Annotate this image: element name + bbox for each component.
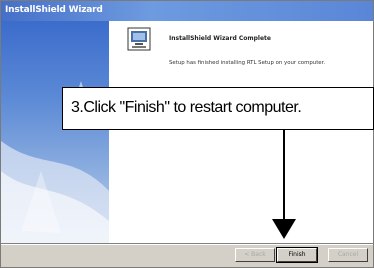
- wizard-content: InstallShield Wizard Complete Setup has …: [109, 21, 373, 243]
- window-title: InstallShield Wizard: [5, 5, 103, 15]
- instruction-callout: 3.Click "Finish" to restart computer.: [62, 87, 374, 130]
- finish-button[interactable]: Finish: [276, 247, 318, 263]
- wizard-heading: InstallShield Wizard Complete: [169, 35, 271, 42]
- wizard-description: Setup has finished installing RTL Setup …: [169, 60, 326, 66]
- banner-graphic: [1, 81, 109, 243]
- callout-text: 3.Click "Finish" to restart computer.: [71, 99, 302, 116]
- computer-setup-icon: [127, 27, 151, 51]
- arrow-shaft: [283, 130, 285, 222]
- cancel-button[interactable]: Cancel: [328, 248, 368, 262]
- button-divider: [1, 243, 373, 245]
- wizard-side-banner: [1, 21, 109, 243]
- installshield-window: InstallShield Wizard InstallShield Wizar…: [0, 0, 374, 268]
- back-button[interactable]: < Back: [235, 248, 275, 262]
- title-bar[interactable]: InstallShield Wizard: [1, 1, 373, 21]
- arrow-down-icon: [272, 219, 296, 239]
